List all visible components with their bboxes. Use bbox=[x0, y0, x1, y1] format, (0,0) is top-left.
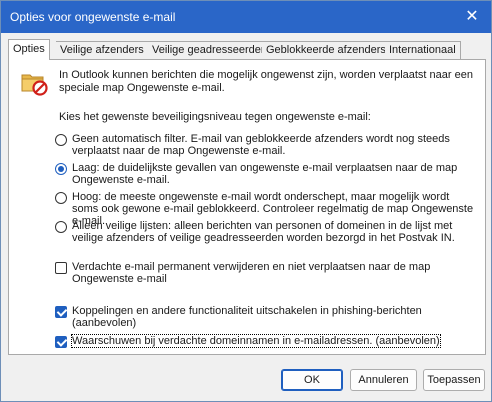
level-option-none-text: Geen automatisch filter. E-mail van gebl… bbox=[72, 133, 450, 157]
level-option-safe-lists-text: Alleen veilige lijsten: alleen berichten… bbox=[72, 220, 455, 244]
junk-mail-options-dialog: Opties voor ongewenste e-mail ✕ Opties V… bbox=[0, 0, 492, 402]
warn-domains-label: Waarschuwen bij verdachte domeinnamen in… bbox=[71, 334, 441, 348]
radio-high[interactable] bbox=[55, 192, 67, 204]
apply-button[interactable]: Toepassen bbox=[423, 369, 485, 391]
tab-veilige-geadresseerden[interactable]: Veilige geadresseerden bbox=[148, 41, 272, 59]
warn-domains-checkbox[interactable] bbox=[55, 336, 67, 348]
window-title: Opties voor ongewenste e-mail bbox=[10, 10, 176, 24]
close-icon[interactable]: ✕ bbox=[453, 1, 491, 33]
tab-strip: Opties Veilige afzenders Veilige geadres… bbox=[8, 39, 486, 60]
radio-low[interactable] bbox=[55, 163, 67, 175]
tab-opties[interactable]: Opties bbox=[8, 39, 50, 60]
radio-none[interactable] bbox=[55, 134, 67, 146]
disable-links-checkbox[interactable] bbox=[55, 306, 67, 318]
ok-button[interactable]: OK bbox=[281, 369, 343, 391]
level-option-low-text: Laag: de duidelijkste gevallen van ongew… bbox=[72, 162, 458, 186]
intro-text: In Outlook kunnen berichten die mogelijk… bbox=[59, 69, 473, 94]
cancel-button[interactable]: Annuleren bbox=[350, 369, 417, 391]
permanent-delete-text: Verdachte e-mail permanent verwijderen e… bbox=[72, 261, 431, 285]
title-bar: Opties voor ongewenste e-mail ✕ bbox=[1, 1, 491, 33]
disable-links-text: Koppelingen en andere functionaliteit ui… bbox=[72, 305, 422, 329]
junk-folder-icon bbox=[21, 74, 48, 96]
warn-domains-text: Waarschuwen bij verdachte domeinnamen in… bbox=[71, 334, 477, 348]
permanent-delete-checkbox[interactable] bbox=[55, 262, 67, 274]
tab-internationaal[interactable]: Internationaal bbox=[385, 41, 461, 59]
options-panel: In Outlook kunnen berichten die mogelijk… bbox=[8, 59, 486, 355]
tab-geblokkeerde-afzenders[interactable]: Geblokkeerde afzenders bbox=[262, 41, 391, 59]
tab-veilige-afzenders[interactable]: Veilige afzenders bbox=[56, 41, 149, 59]
protection-level-label: Kies het gewenste beveiligingsniveau teg… bbox=[59, 111, 371, 123]
radio-safe-lists[interactable] bbox=[55, 221, 67, 233]
